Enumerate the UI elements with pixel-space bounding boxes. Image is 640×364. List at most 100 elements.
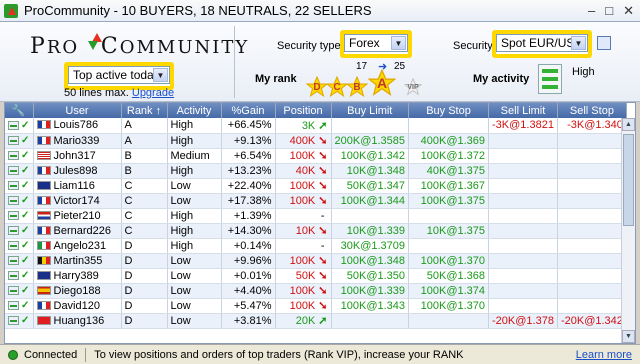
upgrade-link[interactable]: Upgrade [132, 87, 174, 99]
scroll-thumb[interactable] [623, 134, 634, 226]
row-icons[interactable]: ✓ [5, 148, 34, 164]
table-row[interactable]: ✓ Huang136 D Low +3.81% 20K ➚ -20K@1.378 -20K@1.… [5, 313, 627, 329]
table-row[interactable]: ✓ Harry389 D Low +0.01% 50K ➘ 50K@1.350 50K@1.36… [5, 268, 627, 284]
gain-cell: +13.23% [221, 163, 276, 179]
row-icons[interactable]: ✓ [5, 133, 34, 149]
chart-icon[interactable] [597, 36, 611, 50]
check-icon: ✓ [21, 119, 30, 131]
rank-cell: B [121, 148, 168, 164]
row-icons[interactable]: ✓ [5, 178, 34, 194]
security-select[interactable]: Spot EUR/USD ▼ [496, 34, 588, 52]
check-icon: ✓ [21, 315, 30, 326]
col-buy-limit[interactable]: Buy Limit [331, 103, 410, 118]
table-row[interactable]: ✓ Louis786 A High +66.45% 3K ➚ -3K@1.3821 -3K@1.… [5, 118, 627, 134]
table-row[interactable]: ✓ Bernard226 C High +14.30% 10K ➘ 10K@1.339 10K@… [5, 223, 627, 239]
activity-cell: High [167, 208, 222, 224]
user-cell[interactable]: Diego188 [33, 283, 122, 299]
user-cell[interactable]: Angelo231 [33, 238, 122, 254]
table-row[interactable]: ✓ Martin355 D Low +9.96% 100K ➘ 100K@1.348 100K@… [5, 253, 627, 269]
table-row[interactable]: ✓ Mario339 A High +9.13% 400K ➘ 200K@1.3585 400K… [5, 133, 627, 149]
user-cell[interactable]: Martin355 [33, 253, 122, 269]
col-position[interactable]: Position [275, 103, 332, 118]
table-row[interactable]: ✓ Victor174 C Low +17.38% 100K ➘ 100K@1.344 100K… [5, 193, 627, 209]
filter-select[interactable]: Top active today ▼ [68, 66, 170, 84]
chevron-down-icon[interactable]: ▼ [153, 68, 168, 82]
row-icons[interactable]: ✓ [5, 193, 34, 209]
buy-stop-cell: 100K@1.370 [408, 298, 490, 314]
chart-mini-icon[interactable] [8, 241, 19, 250]
check-icon: ✓ [21, 180, 30, 191]
rank-cell: D [121, 253, 168, 269]
sell-limit-cell [488, 223, 558, 239]
chart-mini-icon[interactable] [8, 256, 19, 265]
chart-mini-icon[interactable] [8, 286, 19, 295]
row-icons[interactable]: ✓ [5, 238, 34, 254]
user-cell[interactable]: Jules898 [33, 163, 122, 179]
user-cell[interactable]: Mario339 [33, 133, 122, 149]
maximize-icon[interactable]: □ [605, 3, 613, 19]
chart-mini-icon[interactable] [8, 271, 19, 280]
chart-mini-icon[interactable] [8, 301, 19, 310]
table-row[interactable]: ✓ Pieter210 C High +1.39% - [5, 208, 627, 224]
minimize-icon[interactable]: – [588, 3, 595, 19]
flag-be-icon [36, 255, 51, 265]
buy-limit-cell: 10K@1.348 [331, 163, 410, 179]
chart-mini-icon[interactable] [8, 136, 19, 145]
row-icons[interactable]: ✓ [5, 118, 34, 134]
buy-stop-cell [408, 118, 490, 134]
status-separator [85, 347, 87, 362]
user-cell[interactable]: David120 [33, 298, 122, 314]
table-row[interactable]: ✓ Diego188 D Low +4.40% 100K ➘ 100K@1.339 100K@1… [5, 283, 627, 299]
row-icons[interactable]: ✓ [5, 283, 34, 299]
user-cell[interactable]: Liam116 [33, 178, 122, 194]
table-row[interactable]: ✓ David120 D Low +5.47% 100K ➘ 100K@1.343 100K@1… [5, 298, 627, 314]
buy-stop-cell: 100K@1.372 [408, 148, 490, 164]
chart-mini-icon[interactable] [8, 316, 19, 325]
close-icon[interactable]: ✕ [623, 3, 634, 19]
table-row[interactable]: ✓ John317 B Medium +6.54% 100K ➘ 100K@1.342 100K… [5, 148, 627, 164]
col-sell-limit[interactable]: Sell Limit [488, 103, 558, 118]
col-sell-stop[interactable]: Sell Stop [557, 103, 627, 118]
row-icons[interactable]: ✓ [5, 313, 34, 329]
chevron-down-icon[interactable]: ▼ [571, 36, 586, 50]
settings-wrench-icon[interactable]: 🔧 [5, 103, 34, 118]
chart-mini-icon[interactable] [8, 211, 19, 220]
row-icons[interactable]: ✓ [5, 268, 34, 284]
chart-mini-icon[interactable] [8, 120, 19, 130]
col-buy-stop[interactable]: Buy Stop [408, 103, 490, 118]
chart-mini-icon[interactable] [8, 226, 19, 235]
chart-mini-icon[interactable] [8, 181, 19, 190]
security-type-select[interactable]: Forex ▼ [344, 34, 408, 52]
row-icons[interactable]: ✓ [5, 253, 34, 269]
position-cell: 10K ➘ [275, 223, 332, 239]
user-cell[interactable]: Pieter210 [33, 208, 122, 224]
vertical-scrollbar[interactable]: ▲ ▼ [621, 118, 635, 343]
user-cell[interactable]: Victor174 [33, 193, 122, 209]
chart-mini-icon[interactable] [8, 166, 19, 175]
row-icons[interactable]: ✓ [5, 208, 34, 224]
check-icon: ✓ [21, 135, 30, 146]
table-row[interactable]: ✓ Liam116 C Low +22.40% 100K ➘ 50K@1.347 100K@1.… [5, 178, 627, 194]
col-rank[interactable]: Rank ↑ [121, 103, 168, 118]
table-row[interactable]: ✓ Jules898 B High +13.23% 40K ➘ 10K@1.348 40K@1.… [5, 163, 627, 179]
chart-mini-icon[interactable] [8, 151, 19, 160]
row-icons[interactable]: ✓ [5, 223, 34, 239]
row-icons[interactable]: ✓ [5, 163, 34, 179]
learn-more-link[interactable]: Learn more [576, 349, 632, 361]
chevron-down-icon[interactable]: ▼ [391, 36, 406, 50]
user-cell[interactable]: John317 [33, 148, 122, 164]
user-cell[interactable]: Harry389 [33, 268, 122, 284]
scroll-down-icon[interactable]: ▼ [622, 330, 635, 343]
scroll-up-icon[interactable]: ▲ [622, 118, 635, 131]
user-cell[interactable]: Louis786 [33, 118, 122, 134]
col-user[interactable]: User [33, 103, 122, 118]
chart-mini-icon[interactable] [8, 196, 19, 205]
user-cell[interactable]: Bernard226 [33, 223, 122, 239]
row-icons[interactable]: ✓ [5, 298, 34, 314]
sell-limit-cell [488, 208, 558, 224]
user-cell[interactable]: Huang136 [33, 313, 122, 329]
sell-stop-cell [557, 298, 627, 314]
col-gain[interactable]: %Gain [221, 103, 276, 118]
col-activity[interactable]: Activity [167, 103, 222, 118]
table-row[interactable]: ✓ Angelo231 D High +0.14% -30K@1.3709 [5, 238, 627, 254]
